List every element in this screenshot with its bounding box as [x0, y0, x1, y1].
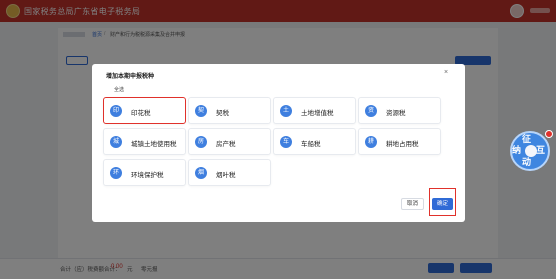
dialog-title: 增加本期申报税种	[106, 74, 155, 80]
stamp-tax-icon: 印	[110, 105, 122, 117]
farmland-tax-icon: 耕	[365, 136, 377, 148]
environment-tax-icon: 环	[110, 167, 122, 179]
tax-option-label: 烟叶税	[216, 172, 236, 179]
widget-char: 互	[536, 145, 546, 155]
tax-option-card[interactable]: 土 土地增值税	[273, 97, 356, 124]
property-tax-icon: 房	[195, 136, 207, 148]
tax-option-label: 契税	[216, 110, 229, 117]
resource-tax-icon: 资	[365, 105, 377, 117]
tax-option-label: 房产税	[216, 141, 236, 148]
tax-option-card[interactable]: 耕 耕地占用税	[358, 128, 441, 155]
tax-option-card[interactable]: 契 契税	[188, 97, 271, 124]
tax-option-label: 车船税	[301, 141, 321, 148]
tax-option-card[interactable]: 车 车船税	[273, 128, 356, 155]
tax-option-card[interactable]: 房 房产税	[188, 128, 271, 155]
notification-badge	[545, 130, 553, 138]
tax-option-card[interactable]: 资 资源税	[358, 97, 441, 124]
tax-option-card[interactable]: 城 城镇土地使用税	[103, 128, 186, 155]
tax-option-label: 印花税	[131, 110, 151, 117]
tax-option-card[interactable]: 印 印花税	[103, 97, 186, 124]
robot-icon	[525, 145, 537, 157]
widget-char: 纳	[512, 145, 522, 155]
tax-option-label: 环境保护税	[131, 172, 164, 179]
land-value-tax-icon: 土	[280, 105, 292, 117]
cancel-button[interactable]: 取消	[401, 198, 424, 210]
select-all-checkbox[interactable]: 全选	[114, 86, 124, 93]
widget-char: 动	[522, 157, 532, 167]
urban-land-tax-icon: 城	[110, 136, 122, 148]
deed-tax-icon: 契	[195, 105, 207, 117]
tax-option-label: 资源税	[386, 110, 406, 117]
confirm-button[interactable]: 确定	[432, 198, 453, 210]
widget-char: 征	[522, 134, 532, 144]
tax-option-label: 土地增值税	[301, 110, 334, 117]
tax-option-card[interactable]: 环 环境保护税	[103, 159, 186, 186]
close-icon[interactable]: ×	[444, 69, 448, 76]
tobacco-tax-icon: 烟	[195, 167, 207, 179]
interaction-widget[interactable]: 征 纳 互 动	[510, 131, 550, 171]
vehicle-tax-icon: 车	[280, 136, 292, 148]
tax-option-label: 耕地占用税	[386, 141, 419, 148]
tax-option-card[interactable]: 烟 烟叶税	[188, 159, 271, 186]
tax-option-label: 城镇土地使用税	[131, 141, 177, 148]
